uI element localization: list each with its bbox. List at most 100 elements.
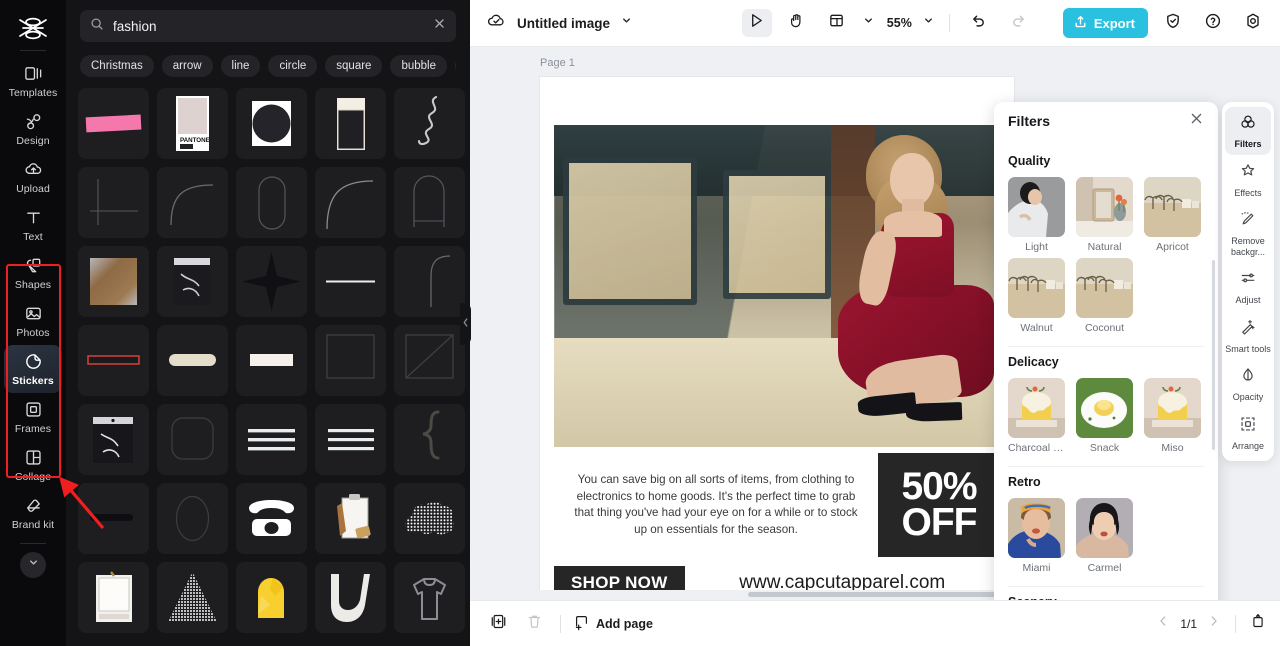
tool-arrange[interactable]: Arrange xyxy=(1225,409,1271,457)
search-chip[interactable]: plan xyxy=(455,54,456,77)
sticker-item[interactable] xyxy=(78,562,149,633)
search-chip[interactable]: arrow xyxy=(161,54,213,77)
filter-item[interactable]: Coconut xyxy=(1076,258,1133,334)
sticker-item[interactable] xyxy=(315,88,386,159)
design-photo[interactable] xyxy=(554,125,1000,447)
delete-page-button[interactable] xyxy=(520,611,548,637)
search-chip[interactable]: circle xyxy=(268,54,318,77)
collapse-panel-button[interactable] xyxy=(460,303,471,345)
search-chip[interactable]: square xyxy=(325,54,383,77)
sticker-item[interactable] xyxy=(157,483,228,554)
sticker-item[interactable] xyxy=(236,246,307,317)
tool-adjust[interactable]: Adjust xyxy=(1225,263,1271,311)
chevron-down-icon[interactable] xyxy=(922,14,935,32)
sticker-item[interactable] xyxy=(315,167,386,238)
sticker-item[interactable] xyxy=(78,404,149,475)
design-promo-band[interactable]: You can save big on all sorts of items, … xyxy=(554,453,1000,557)
zoom-level[interactable]: 55% xyxy=(887,16,912,30)
artboard[interactable]: You can save big on all sorts of items, … xyxy=(540,77,1014,600)
next-page-button[interactable] xyxy=(1207,614,1221,633)
tool-effects[interactable]: Effects xyxy=(1225,156,1271,204)
sidebar-item-collage[interactable]: Collage xyxy=(4,441,62,489)
sidebar-item-text[interactable]: Text xyxy=(4,201,62,249)
select-tool-button[interactable] xyxy=(741,9,772,37)
redo-button[interactable] xyxy=(1004,9,1034,37)
sidebar-item-design[interactable]: Design xyxy=(4,105,62,153)
undo-button[interactable] xyxy=(964,9,994,37)
hand-tool-button[interactable] xyxy=(782,9,812,37)
search-input[interactable] xyxy=(113,18,424,34)
sidebar-item-templates[interactable]: Templates xyxy=(4,57,62,105)
filter-item[interactable]: Miso xyxy=(1144,378,1201,454)
sticker-item[interactable] xyxy=(394,88,465,159)
close-icon[interactable] xyxy=(433,17,446,35)
fit-page-button[interactable] xyxy=(1250,613,1266,634)
sticker-item[interactable] xyxy=(236,167,307,238)
sticker-item[interactable] xyxy=(315,325,386,396)
search-chip[interactable]: Christmas xyxy=(80,54,154,77)
tool-opacity[interactable]: Opacity xyxy=(1225,360,1271,408)
filters-scrollbar[interactable] xyxy=(1212,260,1215,450)
sticker-item[interactable] xyxy=(394,562,465,633)
filter-item[interactable]: Light xyxy=(1008,177,1065,253)
sidebar-item-photos[interactable]: Photos xyxy=(4,297,62,345)
sticker-item[interactable] xyxy=(394,483,465,554)
sticker-item[interactable] xyxy=(78,88,149,159)
filter-item[interactable]: Apricot xyxy=(1144,177,1201,253)
sticker-item[interactable] xyxy=(157,404,228,475)
settings-button[interactable] xyxy=(1238,9,1268,37)
sticker-item[interactable] xyxy=(236,325,307,396)
cloud-check-icon[interactable] xyxy=(486,10,507,36)
sticker-item[interactable] xyxy=(157,325,228,396)
sticker-item[interactable] xyxy=(236,562,307,633)
sticker-item[interactable] xyxy=(315,246,386,317)
search-box[interactable] xyxy=(80,10,456,42)
document-title[interactable]: Untitled image xyxy=(517,16,610,31)
sticker-item[interactable] xyxy=(78,167,149,238)
filter-item[interactable]: Miami xyxy=(1008,498,1065,574)
tool-filters[interactable]: Filters xyxy=(1225,107,1271,155)
sidebar-item-frames[interactable]: Frames xyxy=(4,393,62,441)
duplicate-page-button[interactable] xyxy=(484,611,512,637)
sticker-item[interactable] xyxy=(315,483,386,554)
sticker-item[interactable] xyxy=(157,246,228,317)
sidebar-item-brand-kit[interactable]: Brand kit xyxy=(4,489,62,537)
sticker-item[interactable] xyxy=(157,167,228,238)
add-page-button[interactable]: Add page xyxy=(573,614,653,634)
filter-item[interactable]: Carmel xyxy=(1076,498,1133,574)
canvas-area[interactable]: Page 1 You can save big on all sorts of … xyxy=(470,47,1280,600)
sticker-item[interactable]: PANTONE xyxy=(157,88,228,159)
chevron-down-icon[interactable] xyxy=(862,14,875,32)
sticker-item[interactable] xyxy=(315,562,386,633)
expand-rail-button[interactable] xyxy=(20,552,46,578)
export-button[interactable]: Export xyxy=(1062,8,1148,38)
sidebar-item-upload[interactable]: Upload xyxy=(4,153,62,201)
sticker-item[interactable] xyxy=(394,404,465,475)
sticker-item[interactable] xyxy=(315,404,386,475)
sticker-item[interactable] xyxy=(236,404,307,475)
tool-remove-background[interactable]: Remove backgr... xyxy=(1225,204,1271,262)
sticker-item[interactable] xyxy=(394,246,465,317)
filter-item[interactable]: Walnut xyxy=(1008,258,1065,334)
filters-panel-body[interactable]: Quality Light Natural Apricot Walnut Coconut D… xyxy=(994,140,1218,600)
chevron-down-icon[interactable] xyxy=(620,14,633,32)
sticker-item[interactable] xyxy=(236,483,307,554)
sticker-item[interactable] xyxy=(394,167,465,238)
shield-button[interactable] xyxy=(1158,9,1188,37)
search-chip[interactable]: bubble xyxy=(390,54,447,77)
prev-page-button[interactable] xyxy=(1156,614,1170,633)
sticker-item[interactable] xyxy=(78,325,149,396)
capcut-logo-icon[interactable] xyxy=(13,12,53,46)
sticker-item[interactable] xyxy=(78,483,149,554)
sticker-item[interactable] xyxy=(78,246,149,317)
filter-item[interactable]: Natural xyxy=(1076,177,1133,253)
tool-smart-tools[interactable]: Smart tools xyxy=(1225,312,1271,360)
sidebar-item-stickers[interactable]: Stickers xyxy=(4,345,62,393)
sticker-item[interactable] xyxy=(236,88,307,159)
filter-item[interactable]: Snack xyxy=(1076,378,1133,454)
search-chip[interactable]: line xyxy=(220,54,261,77)
close-icon[interactable] xyxy=(1189,111,1204,131)
sticker-item[interactable] xyxy=(394,325,465,396)
filter-item[interactable]: Charcoal fir... xyxy=(1008,378,1065,454)
sidebar-item-shapes[interactable]: Shapes xyxy=(4,249,62,297)
